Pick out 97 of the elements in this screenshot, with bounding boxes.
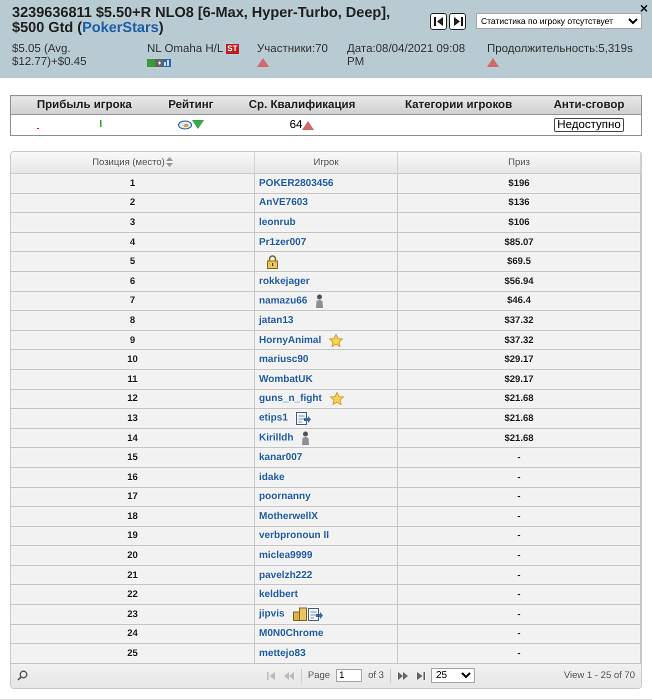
prize-cell: -: [398, 604, 640, 624]
rating-icon: [178, 120, 192, 130]
last-button[interactable]: [449, 13, 466, 30]
player-link[interactable]: kanar007: [259, 452, 302, 464]
page-size-dropdown[interactable]: 25: [430, 668, 475, 684]
position-cell: 1: [11, 174, 254, 194]
prize-cell: $196: [398, 174, 640, 194]
info-text: Участники:70: [257, 43, 328, 56]
column-header: Рейтинг: [158, 96, 224, 114]
prize-cell: -: [398, 526, 640, 546]
table-size-icon: [147, 58, 171, 66]
position-cell: 18: [11, 506, 254, 526]
position-cell: 15: [11, 448, 254, 468]
column-header[interactable]: Приз: [398, 152, 640, 174]
prize-cell: -: [398, 487, 640, 507]
player-link[interactable]: jipvis: [259, 608, 285, 620]
prize-cell: -: [398, 624, 640, 644]
first-button[interactable]: [430, 13, 447, 30]
player-link[interactable]: Pr1zer007: [259, 236, 306, 248]
position-cell: 23: [11, 604, 254, 624]
column-header: Категории игроков: [380, 96, 538, 114]
position-cell: 6: [11, 271, 254, 292]
position-cell: 4: [11, 232, 254, 252]
position-cell: 11: [11, 369, 254, 390]
position-cell: 8: [11, 310, 254, 330]
prize-cell: $37.32: [398, 310, 640, 330]
page-count: of 3: [368, 670, 384, 682]
tournament-title: 3239636811 $5.50+R NLO8 [6-Max, Hyper-Turbo, Deep], $500 Gtd (PokerStars): [12, 6, 392, 36]
position-cell: 10: [11, 350, 254, 370]
game-badge: ST: [226, 44, 239, 54]
prize-cell: -: [398, 546, 640, 566]
column-header[interactable]: Позиция (место): [11, 152, 254, 174]
info-text: NL Omaha H/L: [147, 43, 224, 56]
prize-cell: -: [398, 448, 640, 468]
prize-cell: -: [398, 644, 640, 664]
prize-cell: $21.68: [398, 428, 640, 448]
column-header: Анти-сговор: [537, 96, 642, 114]
close-icon[interactable]: ×: [640, 0, 648, 16]
player-link[interactable]: mariusc90: [259, 354, 308, 366]
player-link[interactable]: namazu66: [259, 295, 308, 306]
site-link[interactable]: PokerStars: [82, 20, 159, 36]
info-text: Продолжительность:5,319s: [487, 43, 633, 56]
player-link[interactable]: etips1: [259, 412, 288, 424]
prize-cell: $46.4: [398, 291, 640, 311]
position-cell: 5: [11, 252, 254, 272]
prize-cell: $21.68: [398, 408, 640, 428]
position-cell: 20: [11, 546, 254, 566]
qualification-value: 64: [290, 118, 302, 131]
player-link[interactable]: AnVE7603: [259, 197, 308, 208]
position-cell: 13: [11, 408, 254, 428]
player-link[interactable]: mettejo83: [259, 648, 306, 660]
position-cell: 14: [11, 428, 254, 448]
prize-cell: $69.5: [398, 252, 640, 272]
position-cell: 22: [11, 584, 254, 605]
position-cell: 25: [11, 644, 254, 664]
prize-cell: -: [398, 467, 640, 487]
prize-cell: -: [398, 584, 640, 605]
player-link[interactable]: Kirilldh: [259, 432, 294, 444]
view-range: View 1 - 25 of 70: [564, 670, 635, 682]
player-link[interactable]: keldbert: [259, 589, 298, 600]
player-link[interactable]: jatan13: [259, 314, 294, 326]
search-icon[interactable]: [17, 670, 28, 682]
page-label: Page: [308, 670, 330, 682]
first-page-icon: [434, 17, 444, 26]
prize-cell: -: [398, 506, 640, 526]
position-cell: 12: [11, 389, 254, 409]
prize-cell: $56.94: [398, 271, 640, 292]
position-cell: 2: [11, 193, 254, 213]
position-cell: 16: [11, 467, 254, 487]
position-cell: 19: [11, 526, 254, 546]
info-text: $5.05 (Avg. $12.77)+$0.45: [12, 43, 88, 69]
last-page-icon[interactable]: [414, 672, 425, 680]
column-header: Ср. Квалификация: [224, 96, 380, 114]
prize-cell: -: [398, 565, 640, 585]
position-cell: 17: [11, 487, 254, 507]
player-link[interactable]: idake: [259, 472, 285, 483]
anti-collusion-button[interactable]: Недоступно: [554, 118, 624, 132]
last-page-icon: [452, 17, 462, 26]
prize-cell: $37.32: [398, 330, 640, 350]
page-input[interactable]: 1: [336, 669, 362, 682]
column-header: Прибыль игрока: [10, 96, 158, 114]
prize-cell: $21.68: [398, 389, 640, 409]
position-cell: 24: [11, 624, 254, 644]
prize-cell: $136: [398, 193, 640, 213]
prize-cell: $106: [398, 212, 640, 232]
column-header[interactable]: Игрок: [254, 152, 398, 174]
position-cell: 7: [11, 291, 254, 311]
info-text: Дата:08/04/2021 09:08 PM: [347, 43, 466, 69]
position-cell: 3: [11, 212, 254, 232]
prize-cell: $85.07: [398, 232, 640, 252]
prize-cell: $29.17: [398, 350, 640, 370]
player-link[interactable]: leonrub: [259, 216, 296, 228]
position-cell: 21: [11, 565, 254, 585]
next-page-icon[interactable]: [396, 672, 409, 680]
stats-dropdown[interactable]: Статистика по игроку отсутствует: [476, 13, 642, 29]
position-cell: 9: [11, 330, 254, 350]
prize-cell: $29.17: [398, 369, 640, 390]
